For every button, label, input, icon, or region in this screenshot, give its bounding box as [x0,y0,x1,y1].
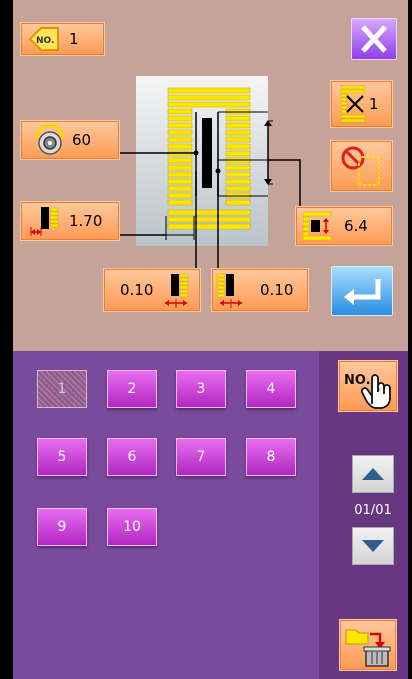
hand-pointer-icon: NO. [344,373,391,409]
pattern-slot-8[interactable]: 8 [246,438,296,476]
pattern-slot-7[interactable]: 7 [176,438,226,476]
page-indicator: 01/01 [354,503,392,518]
repeat-stitch-icon [340,85,366,123]
left-offset-icon [165,273,189,308]
pattern-slot-6[interactable]: 6 [107,438,157,476]
stitch-length-icon [302,211,332,241]
pattern-slot-label: 7 [196,449,206,465]
disable-stitch-button[interactable] [330,140,393,192]
repeat-button[interactable]: 1 [330,80,393,128]
pattern-slot-label: 2 [127,381,137,397]
right-offset-icon [216,273,242,308]
svg-text:NO.: NO. [344,373,371,388]
enter-icon [344,279,381,305]
left-offset-value: 0.10 [120,281,154,299]
pattern-slot-4[interactable]: 4 [246,370,296,408]
stitch-width-icon [30,207,59,236]
length-value: 6.4 [344,217,368,235]
triangle-down-icon [362,540,384,552]
width-button[interactable]: 1.70 [20,201,120,241]
speed-value: 60 [72,131,92,149]
screen: NO. 1 60 1.70 1 6.4 0.10 0.10 1 2 3 4 5 … [0,0,412,679]
bottom-panel: 1 2 3 4 5 6 7 8 9 10 NO. 01/01 [13,351,408,679]
pattern-slot-2[interactable]: 2 [107,370,157,408]
pattern-slot-1[interactable]: 1 [37,370,87,408]
repeat-value: 1 [369,95,379,113]
left-offset-button[interactable]: 0.10 [103,268,201,312]
triangle-up-icon [362,468,384,480]
right-offset-value: 0.10 [260,281,294,299]
pattern-slot-label: 8 [266,449,276,465]
pattern-slot-label: 1 [57,381,67,397]
prohibit-icon [341,146,380,186]
pattern-slot-label: 9 [57,519,67,535]
pattern-slot-10[interactable]: 10 [107,508,157,546]
speed-dial-icon [35,124,65,155]
trash-folder-icon [345,629,391,667]
length-button[interactable]: 6.4 [295,206,393,246]
pattern-slot-label: 6 [127,449,137,465]
pattern-slot-9[interactable]: 9 [37,508,87,546]
no-select-button[interactable]: NO. [338,360,398,412]
page-down-button[interactable] [352,527,394,565]
delete-pattern-button[interactable] [339,619,397,671]
right-offset-button[interactable]: 0.10 [211,268,309,312]
pattern-slot-5[interactable]: 5 [37,438,87,476]
width-value: 1.70 [69,212,103,230]
pattern-slot-label: 10 [123,519,141,535]
pattern-slot-label: 5 [57,449,67,465]
speed-button[interactable]: 60 [20,120,120,160]
top-panel: NO. 1 60 1.70 1 6.4 0.10 0.10 [13,0,408,351]
pattern-slot-3[interactable]: 3 [176,370,226,408]
enter-button[interactable] [331,266,393,316]
pattern-slot-label: 3 [196,381,206,397]
pattern-slot-label: 4 [266,381,276,397]
page-up-button[interactable] [352,455,394,493]
